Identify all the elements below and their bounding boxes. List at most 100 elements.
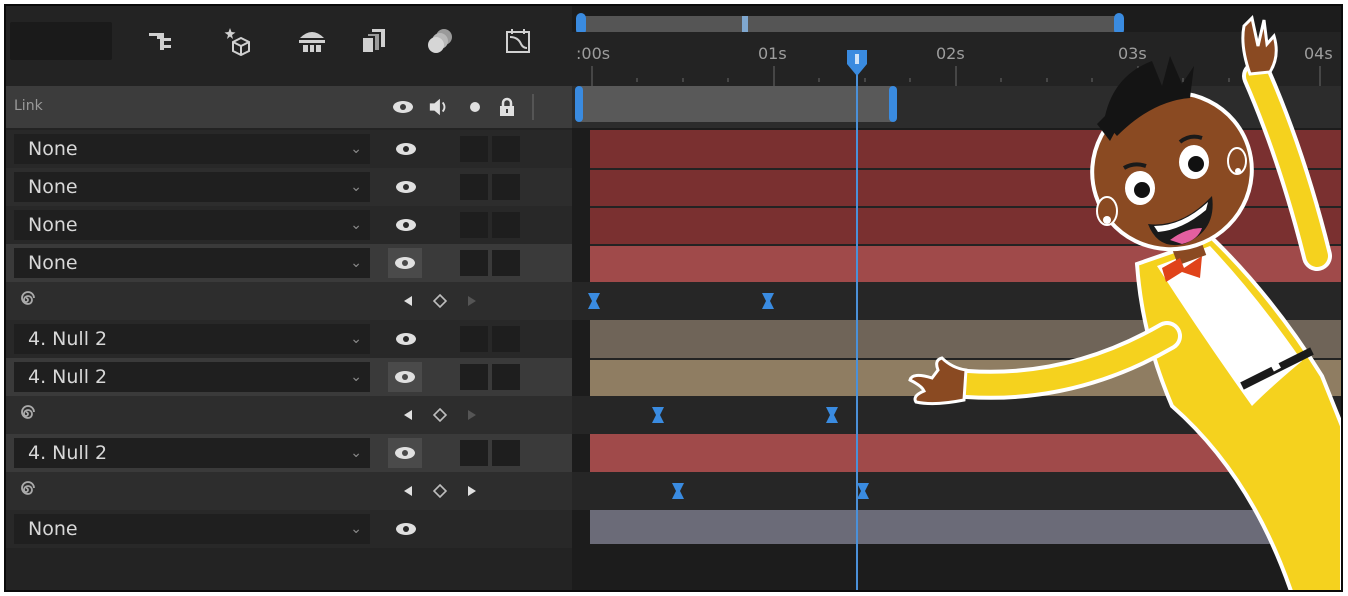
parent-value: 4. Null 2 bbox=[28, 328, 108, 350]
eye-icon[interactable] bbox=[394, 518, 418, 540]
header-divider bbox=[532, 94, 534, 120]
fx-switch[interactable] bbox=[492, 250, 520, 276]
layer-row[interactable]: None ⌄ bbox=[6, 130, 572, 168]
eye-icon[interactable] bbox=[394, 214, 418, 236]
shy-switch[interactable] bbox=[460, 326, 488, 352]
shy-switch[interactable] bbox=[460, 364, 488, 390]
property-row[interactable] bbox=[6, 396, 572, 434]
keyframe-marker[interactable] bbox=[857, 483, 869, 499]
parent-dropdown[interactable]: None ⌄ bbox=[14, 210, 370, 240]
eye-icon[interactable] bbox=[394, 328, 418, 350]
keyframe-marker[interactable] bbox=[672, 483, 684, 499]
keyframe-marker[interactable] bbox=[652, 407, 664, 423]
spiral-property-icon[interactable] bbox=[16, 290, 36, 314]
fx-switch[interactable] bbox=[492, 364, 520, 390]
keyframe-marker[interactable] bbox=[588, 293, 600, 309]
layer-column-header: Link bbox=[6, 86, 572, 128]
layer-row[interactable]: None ⌄ bbox=[6, 168, 572, 206]
parent-dropdown[interactable]: 4. Null 2 ⌄ bbox=[14, 324, 370, 354]
fx-switch[interactable] bbox=[492, 326, 520, 352]
parent-value: 4. Null 2 bbox=[28, 442, 108, 464]
parent-dropdown[interactable]: 4. Null 2 ⌄ bbox=[14, 362, 370, 392]
add-keyframe-icon[interactable] bbox=[430, 292, 450, 310]
layer-row[interactable]: 4. Null 2 ⌄ bbox=[6, 320, 572, 358]
timeline-area: :00s 01s 02s 03s 04s bbox=[572, 6, 1341, 590]
property-row[interactable] bbox=[6, 282, 572, 320]
navigator-marker bbox=[742, 16, 748, 32]
parent-value: 4. Null 2 bbox=[28, 366, 108, 388]
shy-switch[interactable] bbox=[460, 212, 488, 238]
timeline-toolbar bbox=[6, 6, 572, 84]
frame-blending-icon[interactable] bbox=[358, 24, 390, 58]
parent-value: None bbox=[28, 518, 78, 540]
fx-switch[interactable] bbox=[492, 174, 520, 200]
chevron-down-icon: ⌄ bbox=[350, 217, 362, 233]
eye-icon[interactable] bbox=[388, 248, 422, 278]
eye-icon[interactable] bbox=[394, 138, 418, 160]
speaker-icon[interactable] bbox=[428, 96, 450, 118]
layer-row[interactable]: None ⌄ bbox=[6, 510, 572, 548]
parent-dropdown[interactable]: 4. Null 2 ⌄ bbox=[14, 438, 370, 468]
add-keyframe-icon[interactable] bbox=[430, 406, 450, 424]
cartoon-character-illustration bbox=[908, 14, 1341, 590]
fx-switch[interactable] bbox=[492, 440, 520, 466]
next-keyframe-icon[interactable] bbox=[462, 406, 482, 424]
playhead-handle[interactable] bbox=[847, 50, 867, 76]
parent-dropdown[interactable]: None ⌄ bbox=[14, 514, 370, 544]
chevron-down-icon: ⌄ bbox=[350, 331, 362, 347]
layer-row[interactable]: 4. Null 2 ⌄ bbox=[6, 434, 572, 472]
add-keyframe-icon[interactable] bbox=[430, 482, 450, 500]
eye-icon[interactable] bbox=[394, 176, 418, 198]
shy-switch[interactable] bbox=[460, 174, 488, 200]
layer-row[interactable]: 4. Null 2 ⌄ bbox=[6, 358, 572, 396]
chevron-down-icon: ⌄ bbox=[350, 369, 362, 385]
layer-row[interactable]: None ⌄ bbox=[6, 244, 572, 282]
spiral-property-icon[interactable] bbox=[16, 404, 36, 428]
keyframe-marker[interactable] bbox=[762, 293, 774, 309]
parent-value: None bbox=[28, 252, 78, 274]
empty-layer-area bbox=[6, 548, 572, 590]
next-keyframe-icon[interactable] bbox=[462, 292, 482, 310]
graph-editor-icon[interactable] bbox=[502, 24, 534, 58]
chevron-down-icon: ⌄ bbox=[350, 445, 362, 461]
chevron-down-icon: ⌄ bbox=[350, 179, 362, 195]
next-keyframe-icon[interactable] bbox=[462, 482, 482, 500]
shy-switch[interactable] bbox=[460, 250, 488, 276]
chevron-down-icon: ⌄ bbox=[350, 255, 362, 271]
parent-value: None bbox=[28, 176, 78, 198]
layer-row[interactable]: None ⌄ bbox=[6, 206, 572, 244]
parent-dropdown[interactable]: None ⌄ bbox=[14, 248, 370, 278]
prev-keyframe-icon[interactable] bbox=[398, 292, 418, 310]
eye-icon[interactable] bbox=[392, 96, 414, 118]
eye-icon[interactable] bbox=[388, 362, 422, 392]
lock-icon[interactable] bbox=[496, 96, 518, 118]
current-time-field[interactable] bbox=[10, 22, 112, 60]
motion-blur-icon[interactable] bbox=[424, 24, 456, 58]
prev-keyframe-icon[interactable] bbox=[398, 406, 418, 424]
parent-hierarchy-icon[interactable] bbox=[144, 24, 176, 58]
solo-dot-icon[interactable] bbox=[464, 96, 486, 118]
work-area-range[interactable] bbox=[575, 86, 897, 122]
property-row[interactable] bbox=[6, 472, 572, 510]
tick-label: 01s bbox=[758, 44, 787, 63]
parent-dropdown[interactable]: None ⌄ bbox=[14, 134, 370, 164]
spiral-property-icon[interactable] bbox=[16, 480, 36, 504]
eye-icon[interactable] bbox=[388, 438, 422, 468]
parent-dropdown[interactable]: None ⌄ bbox=[14, 172, 370, 202]
shy-switch[interactable] bbox=[460, 440, 488, 466]
parent-link-column-label: Link bbox=[14, 98, 43, 114]
current-time-indicator-line[interactable] bbox=[856, 50, 858, 590]
3d-ground-icon[interactable] bbox=[296, 24, 328, 58]
chevron-down-icon: ⌄ bbox=[350, 141, 362, 157]
chevron-down-icon: ⌄ bbox=[350, 521, 362, 537]
tick-label: :00s bbox=[576, 44, 611, 63]
draft-3d-icon[interactable] bbox=[222, 24, 254, 58]
keyframe-marker[interactable] bbox=[826, 407, 838, 423]
work-area-start-handle[interactable] bbox=[575, 86, 583, 122]
after-effects-timeline-panel: Link None ⌄ None ⌄ None ⌄ None ⌄ 4. Null… bbox=[4, 4, 1343, 592]
fx-switch[interactable] bbox=[492, 136, 520, 162]
shy-switch[interactable] bbox=[460, 136, 488, 162]
parent-value: None bbox=[28, 138, 78, 160]
fx-switch[interactable] bbox=[492, 212, 520, 238]
prev-keyframe-icon[interactable] bbox=[398, 482, 418, 500]
